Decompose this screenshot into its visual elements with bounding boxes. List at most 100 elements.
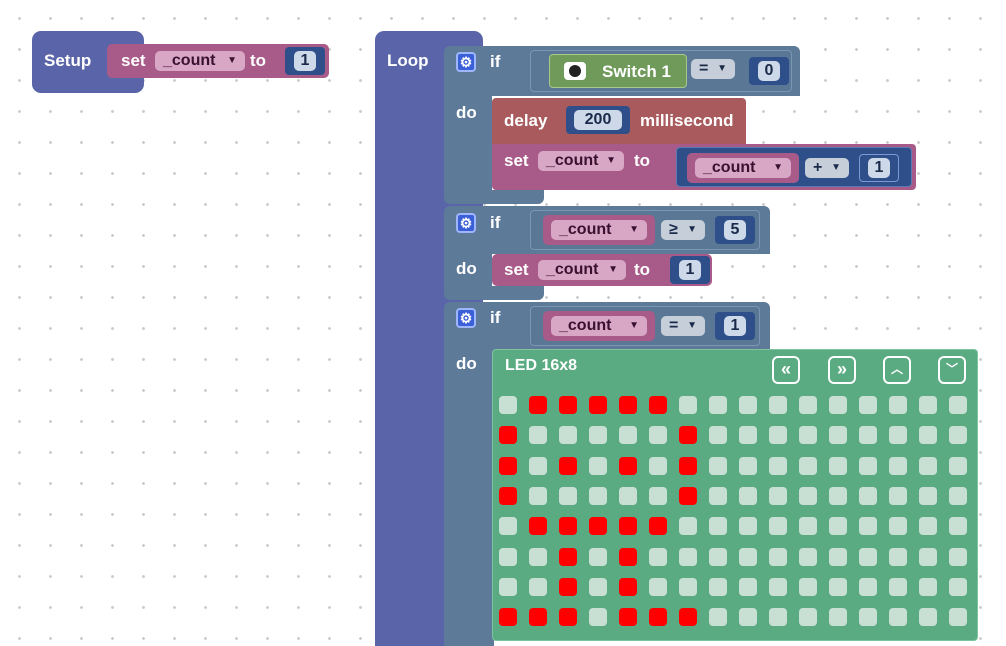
led-cell[interactable] <box>859 487 877 505</box>
led-cell[interactable] <box>529 608 547 626</box>
led-cell[interactable] <box>559 457 577 475</box>
led-cell[interactable] <box>799 487 817 505</box>
number-block[interactable]: 1 <box>285 47 325 75</box>
led-cell[interactable] <box>709 396 727 414</box>
led-cell[interactable] <box>529 457 547 475</box>
led-cell[interactable] <box>799 548 817 566</box>
led-cell[interactable] <box>529 426 547 444</box>
led-cell[interactable] <box>619 396 637 414</box>
led-cell[interactable] <box>589 517 607 535</box>
compare-block-2[interactable]: _count ▼ ≥ ▼ 5 <box>530 210 760 250</box>
variable-dropdown[interactable]: _count ▼ <box>551 220 647 240</box>
number-field[interactable]: 1 <box>679 260 701 280</box>
shift-down-button[interactable]: ﹀ <box>938 356 966 384</box>
led-cell[interactable] <box>709 487 727 505</box>
led-cell[interactable] <box>829 578 847 596</box>
led-cell[interactable] <box>589 548 607 566</box>
led-cell[interactable] <box>679 396 697 414</box>
led-cell[interactable] <box>649 608 667 626</box>
led-cell[interactable] <box>649 457 667 475</box>
arithmetic-block[interactable]: _count ▼ + ▼ 1 <box>676 147 912 187</box>
led-cell[interactable] <box>679 426 697 444</box>
led-cell[interactable] <box>829 608 847 626</box>
led-cell[interactable] <box>679 578 697 596</box>
variable-dropdown[interactable]: _count ▼ <box>538 260 626 280</box>
number-field[interactable]: 5 <box>724 220 746 240</box>
led-cell[interactable] <box>499 396 517 414</box>
led-cell[interactable] <box>949 548 967 566</box>
led-cell[interactable] <box>709 517 727 535</box>
led-cell[interactable] <box>919 548 937 566</box>
operator-dropdown[interactable]: ≥ ▼ <box>661 220 705 240</box>
led-cell[interactable] <box>919 608 937 626</box>
led-cell[interactable] <box>499 517 517 535</box>
led-cell[interactable] <box>649 426 667 444</box>
led-cell[interactable] <box>769 578 787 596</box>
variable-get-block[interactable]: _count ▼ <box>543 215 655 245</box>
delay-block[interactable]: delay 200 millisecond <box>492 98 746 144</box>
led-cell[interactable] <box>559 608 577 626</box>
operator-dropdown[interactable]: = ▼ <box>691 59 735 79</box>
led-cell[interactable] <box>889 457 907 475</box>
led-cell[interactable] <box>829 487 847 505</box>
led-cell[interactable] <box>709 608 727 626</box>
led-cell[interactable] <box>859 457 877 475</box>
led-cell[interactable] <box>949 578 967 596</box>
led-cell[interactable] <box>949 517 967 535</box>
led-cell[interactable] <box>859 426 877 444</box>
led-cell[interactable] <box>679 608 697 626</box>
led-cell[interactable] <box>949 457 967 475</box>
led-cell[interactable] <box>589 396 607 414</box>
led-cell[interactable] <box>529 548 547 566</box>
number-block[interactable]: 200 <box>566 106 630 134</box>
led-cell[interactable] <box>619 608 637 626</box>
led-cell[interactable] <box>829 548 847 566</box>
led-cell[interactable] <box>769 487 787 505</box>
led-cell[interactable] <box>829 396 847 414</box>
shift-right-button[interactable]: » <box>828 356 856 384</box>
led-cell[interactable] <box>649 578 667 596</box>
led-cell[interactable] <box>739 578 757 596</box>
number-block[interactable]: 1 <box>670 256 710 284</box>
led-cell[interactable] <box>559 517 577 535</box>
led-cell[interactable] <box>619 548 637 566</box>
led-cell[interactable] <box>859 517 877 535</box>
led-cell[interactable] <box>769 517 787 535</box>
led-cell[interactable] <box>799 396 817 414</box>
led-cell[interactable] <box>889 608 907 626</box>
led-cell[interactable] <box>889 578 907 596</box>
delay-value-field[interactable]: 200 <box>574 110 622 130</box>
led-cell[interactable] <box>589 608 607 626</box>
gear-icon[interactable]: ⚙ <box>456 308 476 328</box>
led-cell[interactable] <box>649 396 667 414</box>
led-cell[interactable] <box>499 426 517 444</box>
led-cell[interactable] <box>919 426 937 444</box>
led-cell[interactable] <box>589 457 607 475</box>
led-cell[interactable] <box>649 487 667 505</box>
led-cell[interactable] <box>589 578 607 596</box>
led-cell[interactable] <box>889 426 907 444</box>
led-cell[interactable] <box>589 426 607 444</box>
led-cell[interactable] <box>619 457 637 475</box>
led-cell[interactable] <box>919 578 937 596</box>
variable-dropdown[interactable]: _count ▼ <box>551 316 647 336</box>
led-cell[interactable] <box>799 578 817 596</box>
led-cell[interactable] <box>739 457 757 475</box>
led-cell[interactable] <box>859 396 877 414</box>
led-cell[interactable] <box>679 457 697 475</box>
led-cell[interactable] <box>799 517 817 535</box>
led-cell[interactable] <box>829 457 847 475</box>
switch-block[interactable]: Switch 1 <box>549 54 687 88</box>
led-cell[interactable] <box>739 487 757 505</box>
led-cell[interactable] <box>499 457 517 475</box>
led-cell[interactable] <box>919 487 937 505</box>
led-cell[interactable] <box>949 396 967 414</box>
led-cell[interactable] <box>859 608 877 626</box>
led-cell[interactable] <box>559 548 577 566</box>
led-cell[interactable] <box>889 548 907 566</box>
led-cell[interactable] <box>559 487 577 505</box>
led-cell[interactable] <box>679 517 697 535</box>
led-cell[interactable] <box>589 487 607 505</box>
led-cell[interactable] <box>499 548 517 566</box>
led-cell[interactable] <box>559 426 577 444</box>
